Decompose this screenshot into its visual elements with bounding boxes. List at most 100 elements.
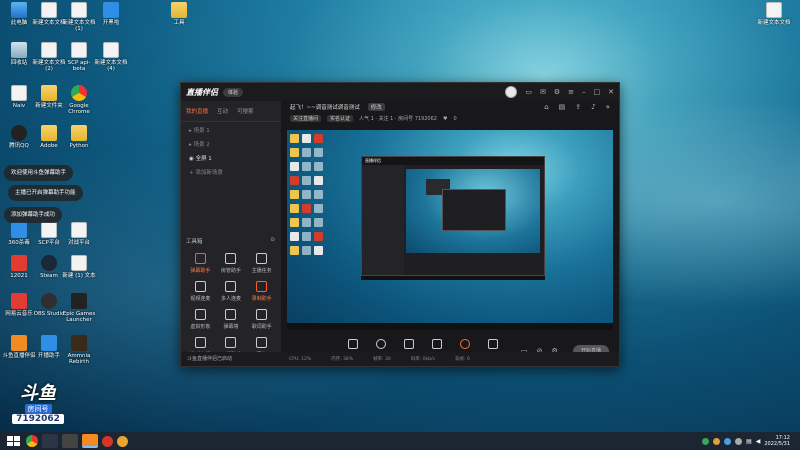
desktop-icon[interactable]: 工具 <box>162 2 196 26</box>
netease-taskbar-icon[interactable] <box>102 435 113 447</box>
toast-assistant-added: 添加弹幕助手成功 <box>4 207 63 223</box>
tool-item[interactable]: 多人连麦 <box>216 281 247 302</box>
desktop-icon[interactable]: SCP平台 <box>32 222 66 246</box>
desktop-icon[interactable]: 开播助手 <box>32 335 66 359</box>
desktop-icon-label: Steam <box>40 273 58 279</box>
main-panel: 起飞！~~调音测试调音测试 修改 ⌂ ▤ ⇪ ♪ ⋄ 关注直播间 实名认证 人气… <box>281 101 619 366</box>
desktop-icon[interactable]: 斗鱼直播伴侣 <box>2 335 36 359</box>
desktop-icon[interactable]: 网易云音乐 <box>2 293 36 317</box>
desktop-icon[interactable]: 新建文本文档 <box>757 2 791 26</box>
desktop-icon[interactable]: 12021 <box>2 255 36 279</box>
desktop-icon[interactable]: OBS Studio <box>32 293 66 317</box>
desktop-icon[interactable]: Adobe <box>32 125 66 149</box>
bell-icon[interactable]: ♪ <box>591 103 595 111</box>
desktop-icon-label: 12021 <box>10 273 28 279</box>
preview-nested-main <box>406 169 540 253</box>
desktop-icon[interactable]: 新建文本文档 (4) <box>94 42 128 72</box>
terminal-taskbar-icon[interactable] <box>62 434 78 448</box>
toast-assistant-enabled: 主播已开启弹幕助手功能 <box>8 185 83 201</box>
desktop-icon-label: 此电脑 <box>10 20 28 26</box>
close-icon[interactable]: ✕ <box>608 88 614 96</box>
desktop-icon[interactable]: Ammnia Rebirth <box>62 335 96 365</box>
chart-icon[interactable]: ▤ <box>559 103 566 111</box>
desktop-icon-label: Epic Games Launcher <box>62 311 96 323</box>
network-tray-icon[interactable]: ▤ <box>746 438 752 445</box>
tray-icon-gray[interactable] <box>735 437 743 445</box>
desktop-icon[interactable]: 新建文件夹 <box>32 85 66 109</box>
clock-date: 2022/5/31 <box>764 441 790 447</box>
desktop-icon[interactable]: Python <box>62 125 96 149</box>
eye-icon[interactable]: ◉ <box>189 156 194 162</box>
desktop-icon[interactable]: 新建文本文档 <box>32 2 66 26</box>
network-icon[interactable]: ⋄ <box>606 103 610 111</box>
start-button[interactable] <box>4 433 20 449</box>
scene-item-2[interactable]: ▸ 场景 2 <box>181 136 281 150</box>
desktop-icon[interactable]: 新建文本文档 (1) <box>62 2 96 32</box>
desktop-icon-label: Python <box>69 143 89 149</box>
desktop-icon[interactable]: 开黑啦 <box>94 2 128 26</box>
edit-room-button[interactable]: 修改 <box>367 103 385 111</box>
desktop-icon[interactable]: 此电脑 <box>2 2 36 26</box>
edition-button[interactable]: 体验 <box>223 87 244 97</box>
maximize-icon[interactable]: □ <box>594 88 601 96</box>
clock[interactable]: 17:12 2022/5/31 <box>764 435 794 447</box>
tool-item[interactable]: 弹幕墙 <box>216 309 247 330</box>
tool-item[interactable]: 房管助手 <box>216 253 247 274</box>
more-icon <box>256 337 268 348</box>
tool-item[interactable]: 主播任务 <box>246 253 277 274</box>
tool-item[interactable]: 虚拟形象 <box>185 309 216 330</box>
settings-icon[interactable]: ⚙ <box>554 88 560 96</box>
scene-item-1[interactable]: ▸ 场景 1 <box>181 122 281 136</box>
watermark-logo: 斗鱼 <box>20 383 56 404</box>
doc-icon <box>766 2 782 18</box>
desktop-icon[interactable]: 回收站 <box>2 42 36 66</box>
tab-my-live[interactable]: 我的直播 <box>186 107 208 115</box>
scene-label: 场景 1 <box>193 128 210 134</box>
orange-icon <box>11 335 27 351</box>
scene-item-3[interactable]: ◉ 全屏 1 <box>181 150 281 164</box>
avatar[interactable] <box>505 86 518 98</box>
desktop-icon[interactable]: Google Chrome <box>62 85 96 115</box>
game-icon <box>194 337 206 348</box>
desktop-icon[interactable]: 腾讯QQ <box>2 125 36 149</box>
stream-preview[interactable]: 直播伴侣 <box>287 130 613 330</box>
room-chip-verify[interactable]: 实名认证 <box>327 115 354 122</box>
tool-label: 歌词助手 <box>251 324 272 330</box>
tool-item[interactable]: 歌词助手 <box>246 309 277 330</box>
desktop-icon[interactable]: Steam <box>32 255 66 279</box>
minimize-icon[interactable]: – <box>582 88 586 96</box>
douyu-taskbar-icon[interactable] <box>82 434 98 448</box>
share-icon[interactable]: ⇪ <box>575 103 581 111</box>
app-taskbar-icon[interactable] <box>117 435 128 447</box>
desktop-icon-label: 新建文本文档 <box>32 20 66 26</box>
tab-interact[interactable]: 互动 <box>217 107 228 115</box>
message-icon[interactable]: ▭ <box>525 88 532 96</box>
desktop-icon[interactable]: 新建文本文档 (2) <box>32 42 66 72</box>
menu-icon[interactable]: ≡ <box>568 88 574 96</box>
tool-item[interactable]: 视频连麦 <box>185 281 216 302</box>
desktop-icon-label: SCP api-beta <box>67 60 91 72</box>
desktop-icon[interactable]: Epic Games Launcher <box>62 293 96 323</box>
gift-icon[interactable]: ⌂ <box>544 103 548 111</box>
toolbox-more-icon[interactable]: ⊙ <box>270 237 275 245</box>
mail-icon[interactable]: ✉ <box>540 88 546 96</box>
desktop-icon[interactable]: Naiv <box>2 85 36 109</box>
desktop-icon[interactable]: 对战平台 <box>62 222 96 246</box>
tool-item[interactable]: 录制助手 <box>246 281 277 302</box>
desktop-icon[interactable]: 360杀毒 <box>2 222 36 246</box>
scene-item-add[interactable]: + 添加新场景 <box>181 164 281 178</box>
desktop-icon[interactable]: SCP api-beta <box>62 42 96 72</box>
volume-tray-icon[interactable]: ◀ <box>756 438 761 445</box>
lyrics-icon <box>256 309 268 320</box>
chrome-icon <box>71 85 87 101</box>
chrome-taskbar-icon[interactable] <box>26 435 38 447</box>
room-chip-follow[interactable]: 关注直播间 <box>290 115 322 122</box>
tray-icon-green[interactable] <box>702 437 710 445</box>
preview-taskbar <box>287 323 613 330</box>
tab-search[interactable]: 可搜索 <box>237 107 254 115</box>
tool-item[interactable]: 弹幕助手 <box>185 253 216 274</box>
desktop-icon[interactable]: 新建 (1) 文本 <box>62 255 96 279</box>
explorer-taskbar-icon[interactable] <box>42 434 58 448</box>
tray-icon-orange[interactable] <box>713 437 721 445</box>
tray-icon-blue[interactable] <box>724 437 732 445</box>
